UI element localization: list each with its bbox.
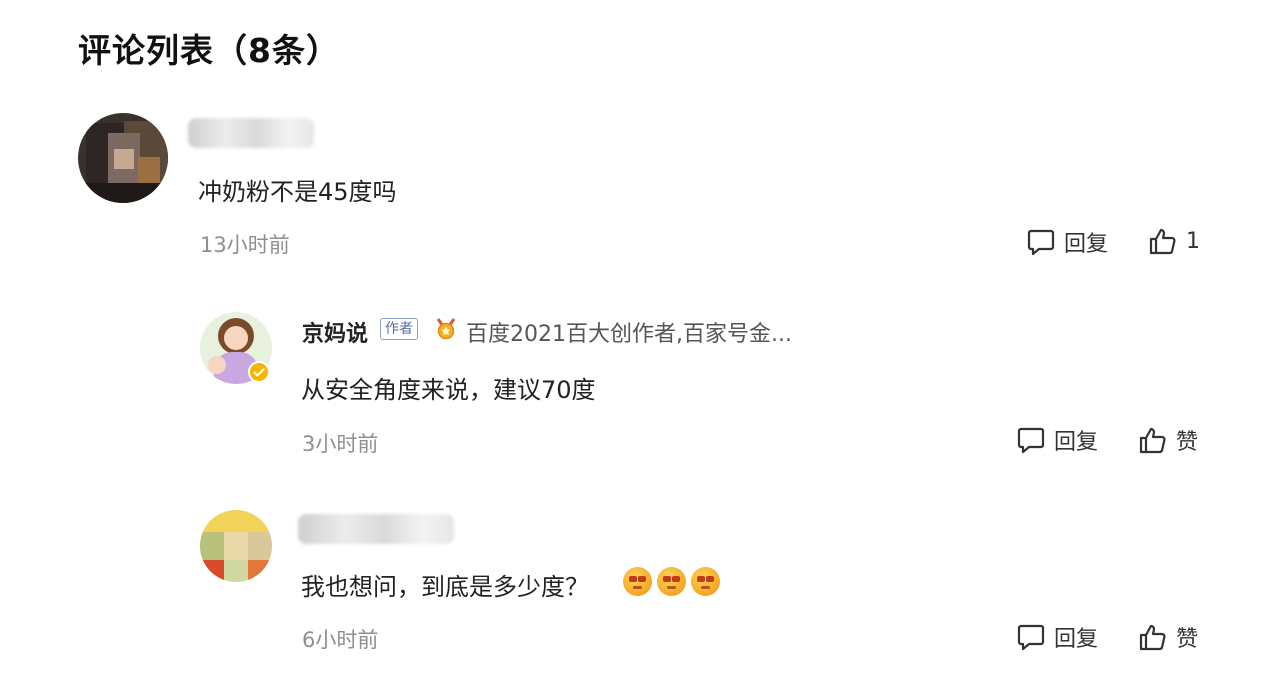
username-redacted[interactable] xyxy=(188,118,314,148)
avatar[interactable] xyxy=(200,510,272,582)
comment-bubble-icon xyxy=(1027,229,1055,256)
comment-time: 13小时前 xyxy=(200,233,290,257)
author-honor: 百度2021百大创作者,百家号金... xyxy=(466,322,792,347)
thumbs-up-icon xyxy=(1149,228,1176,255)
author-tag: 作者 xyxy=(380,318,418,340)
thumbs-up-icon xyxy=(1139,427,1166,454)
comment-text: 从安全角度来说，建议70度 xyxy=(301,376,596,404)
like-label: 赞 xyxy=(1176,430,1199,455)
medal-icon xyxy=(436,318,456,340)
verified-badge-icon xyxy=(248,361,270,383)
comment-time: 3小时前 xyxy=(302,432,379,456)
reply-button[interactable]: 回复 xyxy=(1026,226,1108,258)
reply-label: 回复 xyxy=(1054,430,1099,455)
blushing-face-icon xyxy=(691,567,720,596)
like-button[interactable]: 赞 xyxy=(1138,621,1198,653)
like-label: 赞 xyxy=(1176,627,1199,652)
like-button[interactable]: 1 xyxy=(1148,226,1200,256)
comment-time: 6小时前 xyxy=(302,628,379,652)
reply-button[interactable]: 回复 xyxy=(1016,424,1098,456)
page-title: 评论列表（8条） xyxy=(78,31,340,70)
author-name[interactable]: 京妈说 xyxy=(302,316,368,348)
thumbs-up-icon xyxy=(1139,624,1166,651)
comment-bubble-icon xyxy=(1017,427,1045,454)
like-button[interactable]: 赞 xyxy=(1138,424,1198,456)
avatar[interactable] xyxy=(78,113,168,203)
comment-bubble-icon xyxy=(1017,624,1045,651)
like-count: 1 xyxy=(1186,228,1200,254)
reply-label: 回复 xyxy=(1054,627,1099,652)
reply-label: 回复 xyxy=(1064,232,1109,257)
emoji-group xyxy=(623,567,720,596)
comment-text: 冲奶粉不是45度吗 xyxy=(198,178,397,206)
blushing-face-icon xyxy=(623,567,652,596)
username-redacted[interactable] xyxy=(298,514,454,544)
comment-text: 我也想问，到底是多少度？ xyxy=(301,573,589,601)
blushing-face-icon xyxy=(657,567,686,596)
reply-button[interactable]: 回复 xyxy=(1016,621,1098,653)
